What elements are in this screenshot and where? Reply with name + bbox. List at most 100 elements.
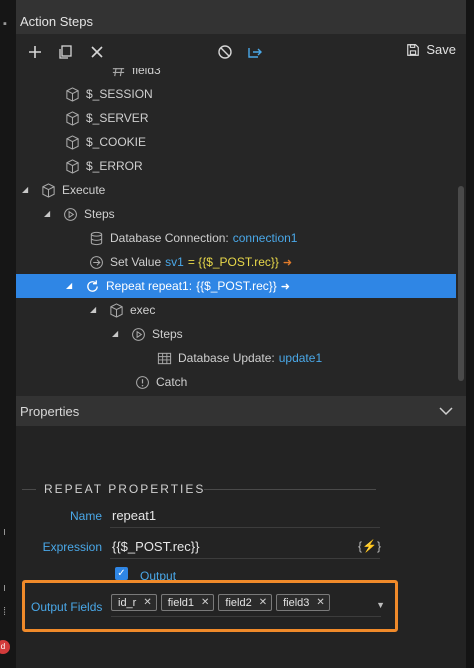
tag-label: field1 <box>167 596 195 609</box>
save-label: Save <box>426 42 456 57</box>
expression-field[interactable]: {{$_POST.rec}} <box>112 539 199 554</box>
tree-item-label: exec <box>130 303 156 317</box>
output-checkbox[interactable]: ✓ <box>115 567 128 580</box>
table-icon <box>156 350 172 366</box>
save-button[interactable]: Save <box>406 42 456 57</box>
chevron-down-icon[interactable] <box>438 404 454 418</box>
tree-item-field3[interactable]: field3 <box>16 68 456 82</box>
cube-icon <box>64 158 80 174</box>
tree-item-label: Database Update: <box>178 351 275 365</box>
expand-triangle-icon[interactable]: ◢ <box>112 329 122 339</box>
action-steps-toolbar: Save <box>16 34 466 68</box>
remove-tag-icon[interactable]: ✕ <box>316 597 324 608</box>
tree-item-database-update[interactable]: Database Update: update1 <box>16 346 456 370</box>
output-step-button[interactable] <box>244 41 266 63</box>
tree-item-label: Database Connection: <box>110 231 229 245</box>
properties-header[interactable]: Properties <box>16 396 466 426</box>
expand-triangle-icon[interactable]: ◢ <box>90 305 100 315</box>
tree-item-label: $_COOKIE <box>86 135 147 149</box>
update-value: update1 <box>278 351 323 365</box>
name-label: Name <box>70 509 103 523</box>
tag-label: field3 <box>283 596 310 609</box>
tree-item-label: Steps <box>152 327 183 341</box>
section-title: REPEAT PROPERTIES <box>44 482 206 496</box>
action-steps-tree: field3 $_SESSION $_SERVER $_COOKIE $_ERR… <box>16 68 456 396</box>
play-circle-icon <box>62 206 78 222</box>
section-divider <box>22 489 36 490</box>
action-steps-title: Action Steps <box>20 14 93 29</box>
expression-label: Expression <box>42 540 102 554</box>
section-divider <box>204 489 376 490</box>
properties-body: REPEAT PROPERTIES Name repeat1 Expressio… <box>16 426 466 668</box>
tree-item-cookie[interactable]: $_COOKIE <box>16 130 456 154</box>
tree-item-steps[interactable]: ◢ Steps <box>16 202 456 226</box>
connection-value: connection1 <box>232 231 298 245</box>
output-field-tag[interactable]: field2 ✕ <box>218 594 273 611</box>
tree-item-server[interactable]: $_SERVER <box>16 106 456 130</box>
expand-triangle-icon[interactable]: ◢ <box>66 281 76 291</box>
dropdown-triangle-icon[interactable]: ▼ <box>376 600 385 610</box>
remove-tag-icon[interactable]: ✕ <box>259 597 267 608</box>
tree-item-exec[interactable]: ◢ exec <box>16 298 456 322</box>
left-strip-mark: ı <box>3 526 7 538</box>
tree-item-label: Set Value <box>110 255 162 269</box>
cube-icon <box>108 302 124 318</box>
expand-triangle-icon[interactable]: ◢ <box>22 185 32 195</box>
set-value-name: sv1 <box>165 255 184 269</box>
cube-icon <box>64 134 80 150</box>
cube-icon <box>64 110 80 126</box>
tree-item-label: Catch <box>156 375 188 389</box>
copy-step-button[interactable] <box>54 41 76 63</box>
tree-item-error[interactable]: $_ERROR <box>16 154 456 178</box>
tree-scrollbar[interactable] <box>458 186 464 381</box>
tree-item-label: Execute <box>62 183 106 197</box>
block-icon <box>218 45 232 59</box>
tree-item-steps-nested[interactable]: ◢ Steps <box>16 322 456 346</box>
output-fields-tags[interactable]: id_r ✕ field1 ✕ field2 ✕ field3 ✕ <box>111 594 330 611</box>
disable-step-button[interactable] <box>214 41 236 63</box>
tree-item-execute[interactable]: ◢ Execute <box>16 178 456 202</box>
cube-icon <box>64 86 80 102</box>
copy-icon <box>59 45 72 59</box>
tree-item-repeat[interactable]: ◢ Repeat repeat1: {{$_POST.rec}} ➜ <box>16 274 456 298</box>
tree-item-label: field3 <box>132 68 161 77</box>
tree-item-catch[interactable]: Catch <box>16 370 456 394</box>
repeat-expression: {{$_POST.rec}} <box>196 279 277 293</box>
action-steps-panel: Action Steps Save field3 $_SESSION $_SER… <box>16 0 466 396</box>
properties-title: Properties <box>20 403 80 419</box>
remove-tag-icon[interactable]: ✕ <box>201 597 209 608</box>
name-field[interactable]: repeat1 <box>112 508 156 523</box>
tree-item-set-value[interactable]: Set Value sv1 = {{$_POST.rec}} ➜ <box>16 250 456 274</box>
data-bindings-icon[interactable]: {⚡} <box>358 539 381 555</box>
output-field-tag[interactable]: field1 ✕ <box>160 594 215 611</box>
left-strip-mark: ▪ <box>3 18 7 30</box>
play-circle-icon <box>130 326 146 342</box>
action-steps-header: Action Steps <box>16 0 466 34</box>
remove-tag-icon[interactable]: ✕ <box>143 597 151 608</box>
tree-item-session[interactable]: $_SESSION <box>16 82 456 106</box>
output-fields-label: Output Fields <box>31 600 103 614</box>
output-field-tag[interactable]: field3 ✕ <box>276 594 330 611</box>
tree-item-label: $_SESSION <box>86 87 153 101</box>
output-field-tag[interactable]: id_r ✕ <box>111 594 157 611</box>
name-field-underline <box>110 527 380 528</box>
left-strip-mark: ı <box>3 582 7 594</box>
expand-triangle-icon[interactable]: ◢ <box>44 209 54 219</box>
right-edge-strip <box>466 0 474 668</box>
tree-item-database-connection[interactable]: Database Connection: connection1 <box>16 226 456 250</box>
tree-item-label: $_SERVER <box>86 111 149 125</box>
tag-label: id_r <box>118 596 137 609</box>
left-strip-mark: ⁞ <box>3 606 7 618</box>
tree-item-label: Steps <box>84 207 115 221</box>
notification-dot[interactable]: d <box>0 640 10 654</box>
tree-item-label: Repeat repeat1: <box>106 279 193 293</box>
repeat-icon <box>84 278 100 294</box>
export-arrow-icon <box>248 48 262 58</box>
cube-icon <box>40 182 56 198</box>
output-arrow-icon: ➜ <box>282 256 293 269</box>
delete-step-button[interactable] <box>86 41 108 63</box>
output-fields-highlight: Output Fields id_r ✕ field1 ✕ field2 ✕ f… <box>22 580 398 632</box>
add-step-button[interactable] <box>24 41 46 63</box>
properties-panel: Properties REPEAT PROPERTIES Name repeat… <box>16 396 466 668</box>
set-value-expression: = {{$_POST.rec}} <box>187 255 279 269</box>
